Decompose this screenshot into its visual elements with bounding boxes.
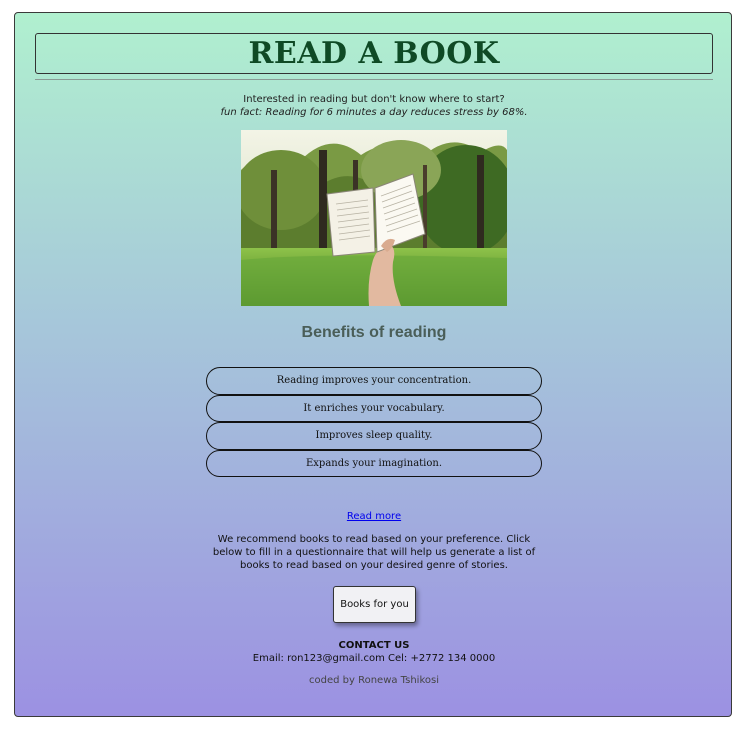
benefits-list: Reading improves your concentration. It …	[206, 367, 542, 477]
contact-details: Email: ron123@gmail.com Cel: +2772 134 0…	[252, 653, 496, 664]
hand-holding-open-book-image	[241, 130, 507, 306]
read-more-container: Read more	[15, 511, 733, 522]
books-for-you-button[interactable]: Books for you	[333, 586, 416, 623]
contact-heading: CONTACT US	[338, 640, 410, 651]
divider	[35, 79, 713, 80]
benefits-heading: Benefits of reading	[301, 324, 447, 341]
contact-section: CONTACT US Email: ron123@gmail.com Cel: …	[15, 639, 733, 665]
footer-credit: coded by Ronewa Tshikosi	[309, 675, 439, 686]
intro-text: Interested in reading but don't know whe…	[243, 94, 505, 105]
fun-fact-text: fun fact: Reading for 6 minutes a day re…	[220, 107, 528, 118]
recommendation-text: We recommend books to read based on your…	[212, 534, 536, 571]
title-banner: READ A BOOK	[35, 33, 713, 74]
page-title: READ A BOOK	[248, 36, 500, 71]
read-more-link[interactable]: Read more	[347, 511, 401, 522]
benefit-item: It enriches your vocabulary.	[206, 394, 542, 422]
benefit-item: Expands your imagination.	[206, 449, 542, 477]
page-frame: READ A BOOK Interested in reading but do…	[14, 12, 732, 717]
benefit-item: Reading improves your concentration.	[206, 367, 542, 395]
intro-section: Interested in reading but don't know whe…	[15, 93, 733, 119]
benefit-item: Improves sleep quality.	[206, 422, 542, 450]
